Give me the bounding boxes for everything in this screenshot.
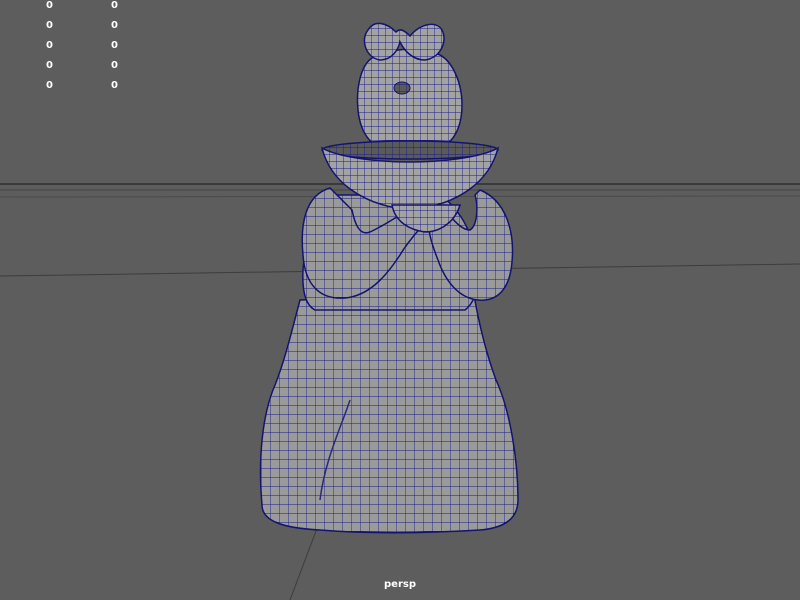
hud-value: 0 [111, 40, 118, 51]
hud-poly-stats: 0 0 0 0 0 0 0 0 0 0 [0, 0, 130, 100]
hud-value: 0 [46, 80, 53, 91]
hud-value: 0 [111, 60, 118, 71]
hud-value: 0 [46, 20, 53, 31]
hud-row: 0 0 [0, 60, 130, 80]
hud-value: 0 [111, 0, 118, 11]
hud-value: 0 [46, 0, 53, 11]
hud-value: 0 [46, 60, 53, 71]
hud-row: 0 0 [0, 20, 130, 40]
mesh-head [356, 48, 463, 149]
perspective-viewport[interactable]: 0 0 0 0 0 0 0 0 0 0 persp [0, 0, 800, 600]
hud-value: 0 [111, 80, 118, 91]
figurine-mesh[interactable] [259, 22, 519, 534]
mesh-robe [259, 294, 519, 534]
hud-row: 0 0 [0, 0, 130, 20]
camera-name-label: persp [384, 579, 416, 590]
hud-row: 0 0 [0, 80, 130, 100]
hud-value: 0 [111, 20, 118, 31]
hud-value: 0 [46, 40, 53, 51]
hud-row: 0 0 [0, 40, 130, 60]
